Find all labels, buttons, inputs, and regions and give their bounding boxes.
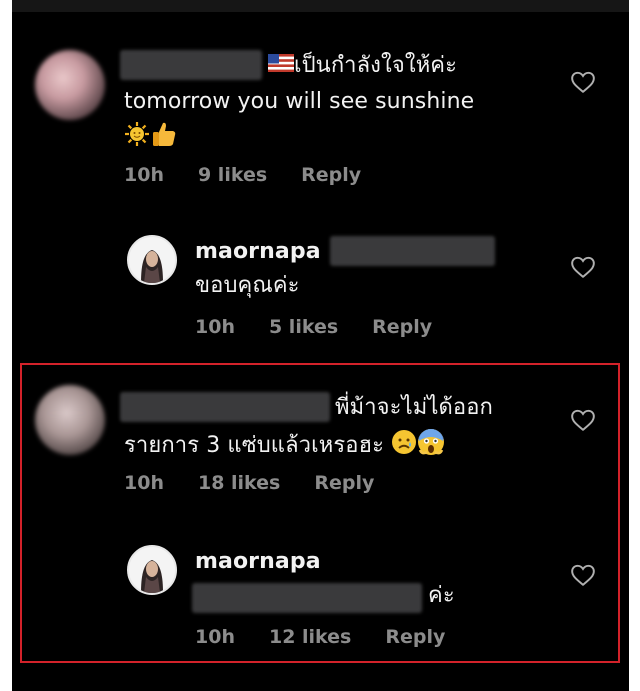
comment-meta: 10h 9 likes Reply bbox=[124, 164, 395, 186]
reply-meta: 10h 5 likes Reply bbox=[195, 316, 466, 338]
comment-text-line1: เป็นกำลังใจให้ค่ะ bbox=[268, 52, 457, 80]
comment-time: 10h bbox=[124, 164, 164, 186]
bottom-strip bbox=[12, 672, 629, 691]
redacted-username bbox=[120, 50, 262, 80]
like-heart-icon[interactable] bbox=[570, 70, 596, 94]
sun-emoji bbox=[124, 121, 150, 155]
thumbs-up-emoji bbox=[150, 120, 178, 156]
person-silhouette-icon bbox=[129, 237, 175, 283]
highlight-box bbox=[20, 363, 620, 663]
comment-likes[interactable]: 9 likes bbox=[198, 164, 267, 186]
top-bar bbox=[12, 0, 629, 12]
reply-text: ขอบคุณค่ะ bbox=[195, 273, 300, 298]
user-avatar[interactable] bbox=[127, 235, 177, 285]
reply-button[interactable]: Reply bbox=[372, 316, 432, 338]
reply-time: 10h bbox=[195, 316, 235, 338]
like-heart-icon[interactable] bbox=[570, 255, 596, 279]
comment-text-line2: tomorrow you will see sunshine bbox=[124, 89, 475, 114]
reply-button[interactable]: Reply bbox=[301, 164, 361, 186]
commenter-avatar[interactable] bbox=[35, 50, 105, 120]
reply-likes[interactable]: 5 likes bbox=[269, 316, 338, 338]
us-flag-icon bbox=[268, 52, 294, 80]
reply-username[interactable]: maornapa bbox=[195, 238, 321, 266]
comment-emoji-line bbox=[124, 120, 178, 156]
redacted-mention bbox=[330, 236, 495, 266]
comments-screen: เป็นกำลังใจให้ค่ะ tomorrow you will see … bbox=[12, 0, 629, 691]
